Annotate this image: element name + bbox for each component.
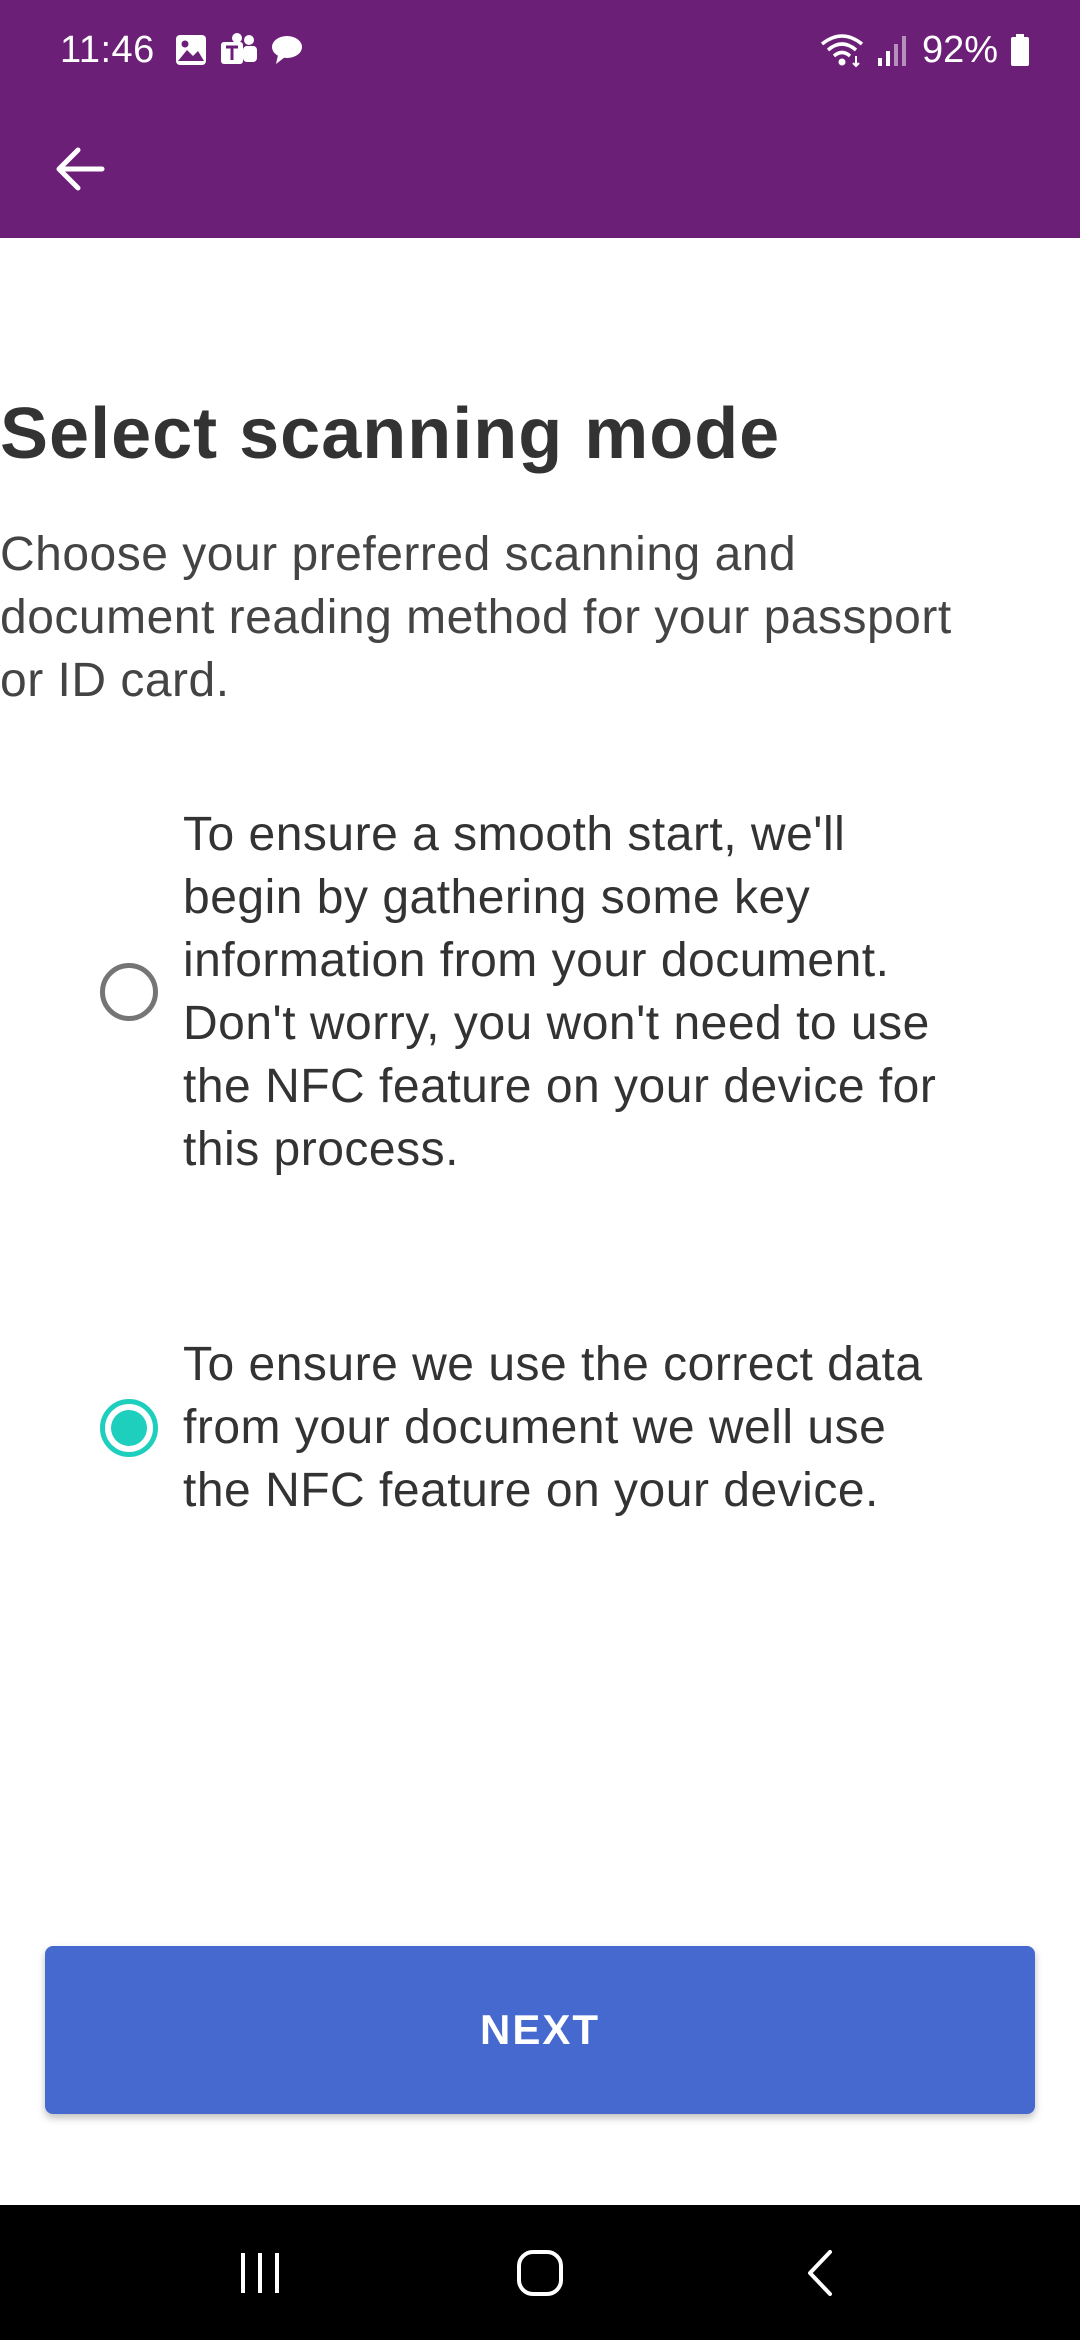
recent-apps-icon: [241, 2252, 279, 2293]
page-title: Select scanning mode: [0, 394, 781, 474]
option-no-nfc[interactable]: To ensure a smooth start, we'll begin by…: [100, 803, 980, 1181]
option-nfc-text: To ensure we use the correct data from y…: [183, 1338, 923, 1517]
system-nav-bar: [0, 2205, 1080, 2340]
back-button[interactable]: [50, 139, 110, 199]
recent-apps-button[interactable]: [200, 2223, 320, 2323]
app-bar: [0, 100, 1080, 238]
page-subtitle: Choose your preferred scanning and docum…: [0, 528, 952, 707]
radio-dot: [111, 1409, 147, 1446]
notification-icons: [173, 32, 305, 68]
wifi-icon: [820, 34, 864, 68]
radio-button-unchecked[interactable]: [100, 963, 158, 1021]
radio-button-checked[interactable]: [100, 1398, 158, 1457]
option-no-nfc-text: To ensure a smooth start, we'll begin by…: [183, 808, 937, 1176]
teams-icon: [220, 33, 257, 64]
arrow-left-icon: [56, 147, 105, 191]
home-icon: [517, 2249, 563, 2296]
option-nfc[interactable]: To ensure we use the correct data from y…: [100, 1333, 980, 1522]
back-icon: [808, 2249, 832, 2296]
home-button[interactable]: [480, 2223, 600, 2323]
battery-icon: [1011, 34, 1029, 66]
status-bar: 11:46 92%: [0, 0, 1080, 100]
status-time: 11:46: [60, 28, 155, 71]
next-button[interactable]: NEXT: [45, 1946, 1035, 2114]
status-right: 92%: [820, 29, 1030, 72]
chat-icon: [271, 36, 302, 64]
battery-percentage: 92%: [921, 28, 998, 71]
status-left: 11:46: [60, 29, 305, 72]
signal-icon: [877, 36, 906, 66]
gallery-icon: [175, 35, 206, 65]
system-back-button[interactable]: [760, 2223, 880, 2323]
